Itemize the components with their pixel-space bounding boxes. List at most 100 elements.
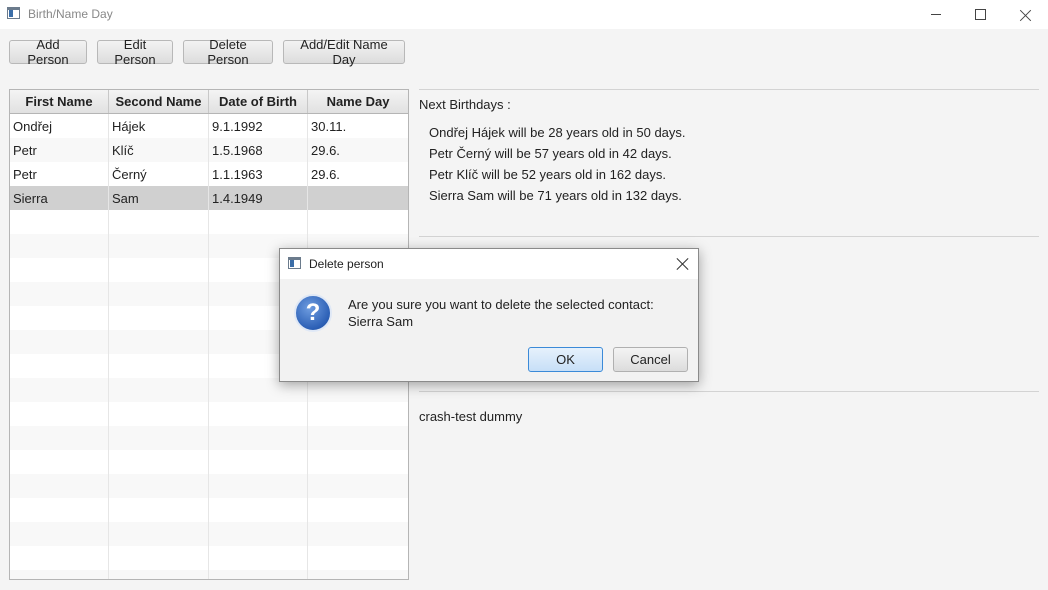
table-cell-empty <box>109 378 209 402</box>
app-icon <box>288 257 301 269</box>
edit-person-button[interactable]: Edit Person <box>97 37 173 67</box>
table-row[interactable]: Petr Klíč 1.5.1968 29.6. <box>10 138 408 162</box>
minimize-icon <box>930 14 941 15</box>
table-cell-empty <box>109 402 209 426</box>
note-text: crash-test dummy <box>419 409 523 424</box>
table-cell-empty <box>109 258 209 282</box>
table-cell-empty <box>109 570 209 579</box>
table-cell-empty <box>10 402 109 426</box>
table-header: First Name Second Name Date of Birth Nam… <box>10 90 408 114</box>
table-cell-empty <box>10 354 109 378</box>
cell-second-name: Klíč <box>109 138 209 162</box>
table-row-empty <box>10 498 408 522</box>
birthday-line: Ondřej Hájek will be 28 years old in 50 … <box>429 125 686 140</box>
table-cell-empty <box>209 450 308 474</box>
table-cell-empty <box>308 426 408 450</box>
divider <box>419 89 1039 90</box>
birthday-line: Petr Klíč will be 52 years old in 162 da… <box>429 167 667 182</box>
add-edit-name-day-button[interactable]: Add/Edit Name Day <box>283 37 405 67</box>
table-cell-empty <box>109 306 209 330</box>
dialog-close-icon[interactable] <box>676 257 690 271</box>
table-row-empty <box>10 450 408 474</box>
column-header-date-of-birth[interactable]: Date of Birth <box>209 90 308 113</box>
cell-first-name: Sierra <box>10 186 109 210</box>
table-row-selected[interactable]: Sierra Sam 1.4.1949 <box>10 186 408 210</box>
cell-second-name: Hájek <box>109 114 209 138</box>
table-cell-empty <box>308 498 408 522</box>
table-cell-empty <box>10 258 109 282</box>
next-birthdays-label: Next Birthdays : <box>419 97 511 112</box>
cell-first-name: Ondřej <box>10 114 109 138</box>
table-cell-empty <box>209 402 308 426</box>
table-cell-empty <box>308 450 408 474</box>
maximize-icon <box>975 9 986 20</box>
table-cell-empty <box>109 474 209 498</box>
table-cell-empty <box>10 378 109 402</box>
table-cell-empty <box>308 474 408 498</box>
question-icon: ? <box>294 294 332 332</box>
dialog-title-bar: Delete person <box>280 249 698 279</box>
close-button[interactable] <box>1003 0 1048 29</box>
cell-name-day: 30.11. <box>311 118 347 134</box>
minimize-button[interactable] <box>913 0 958 29</box>
table-row-empty <box>10 210 408 234</box>
birthday-line: Sierra Sam will be 71 years old in 132 d… <box>429 188 682 203</box>
table-cell-empty <box>308 546 408 570</box>
table-cell-empty <box>10 234 109 258</box>
column-header-name-day[interactable]: Name Day <box>308 90 408 113</box>
table-cell-empty <box>10 522 109 546</box>
add-person-button[interactable]: Add Person <box>9 37 87 67</box>
table-cell-empty <box>10 450 109 474</box>
table-cell-empty <box>10 330 109 354</box>
table-cell-empty <box>109 210 209 234</box>
table-cell-empty <box>209 426 308 450</box>
table-cell-empty <box>209 570 308 579</box>
table-row-empty <box>10 426 408 450</box>
divider <box>419 391 1039 392</box>
table-row-empty <box>10 474 408 498</box>
cell-date-of-birth: 1.4.1949 <box>209 186 308 210</box>
table-row-empty <box>10 546 408 570</box>
app-icon <box>7 7 20 19</box>
cell-date-of-birth: 1.1.1963 <box>209 162 308 186</box>
close-icon <box>1020 9 1032 21</box>
table-cell-empty <box>10 474 109 498</box>
table-cell-empty <box>308 570 408 579</box>
table-cell-empty <box>209 210 308 234</box>
table-row[interactable]: Petr Černý 1.1.1963 29.6. <box>10 162 408 186</box>
table-cell-empty <box>308 522 408 546</box>
table-cell-empty <box>308 402 408 426</box>
maximize-button[interactable] <box>958 0 1003 29</box>
column-header-first-name[interactable]: First Name <box>10 90 109 113</box>
cell-date-of-birth: 9.1.1992 <box>209 114 308 138</box>
dialog-title: Delete person <box>309 257 384 271</box>
table-cell-empty <box>209 522 308 546</box>
cell-name-day <box>308 186 408 210</box>
table-cell-empty <box>209 498 308 522</box>
column-header-second-name[interactable]: Second Name <box>109 90 209 113</box>
table-cell-empty <box>308 210 408 234</box>
table-cell-empty <box>209 546 308 570</box>
table-cell-empty <box>10 426 109 450</box>
birthday-line: Petr Černý will be 57 years old in 42 da… <box>429 146 672 161</box>
table-cell-empty <box>109 426 209 450</box>
table-cell-empty <box>10 282 109 306</box>
cell-second-name: Sam <box>109 186 209 210</box>
delete-person-button[interactable]: Delete Person <box>183 37 273 67</box>
table-cell-empty <box>109 546 209 570</box>
cell-second-name: Černý <box>109 162 209 186</box>
ok-button[interactable]: OK <box>528 347 603 372</box>
table-cell-empty <box>209 474 308 498</box>
table-cell-empty <box>109 282 209 306</box>
table-row-empty <box>10 522 408 546</box>
cell-first-name: Petr <box>10 162 109 186</box>
cell-first-name: Petr <box>10 138 109 162</box>
cell-name-day: 29.6. <box>311 166 340 182</box>
window-title: Birth/Name Day <box>28 7 113 21</box>
table-cell-empty <box>109 522 209 546</box>
table-cell-empty <box>10 546 109 570</box>
table-row[interactable]: Ondřej Hájek 9.1.1992 30.11. <box>10 114 408 138</box>
title-bar: Birth/Name Day <box>0 0 1048 29</box>
cancel-button[interactable]: Cancel <box>613 347 688 372</box>
table-cell-empty <box>10 498 109 522</box>
